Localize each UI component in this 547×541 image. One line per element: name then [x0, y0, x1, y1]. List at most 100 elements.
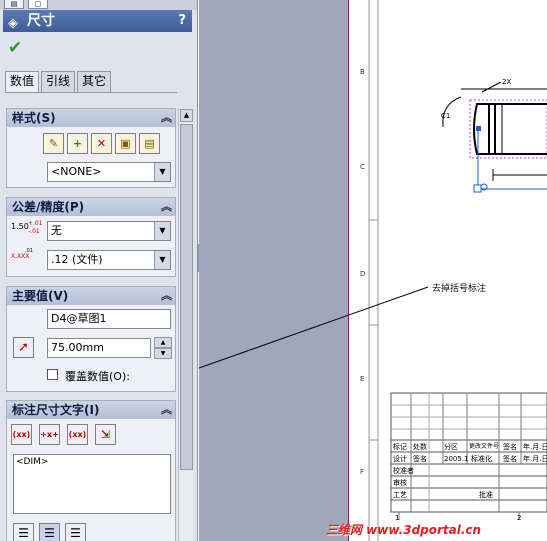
collapse-icon[interactable]: ︽ [161, 401, 172, 419]
align-left-icon: ☰ [18, 526, 29, 540]
site-watermark: 三维网 www.3dportal.cn [326, 523, 482, 537]
tol-icon-base: 1.50 [11, 222, 29, 231]
panel-titlebar: ◈ 尺寸 ? [3, 10, 192, 32]
ok-checkmark-icon[interactable]: ✔ [8, 39, 22, 57]
tol-icon-minus: -.01 [28, 228, 40, 235]
dimension-value-field[interactable]: 75.00mm [47, 338, 151, 358]
delete-style-icon: ✕ [96, 137, 107, 150]
chevron-down-icon[interactable]: ▼ [154, 222, 170, 240]
dimension-text-group-title: 标注尺寸文字(I) [12, 403, 100, 417]
tree-icon: ▤ [10, 0, 18, 8]
align-right-icon: ☰ [70, 526, 81, 540]
leader-line [199, 286, 429, 369]
tolerance-select[interactable]: 无 ▼ [47, 221, 171, 241]
collapse-icon[interactable]: ︽ [161, 287, 172, 305]
tb-approve: 批准 [479, 491, 493, 499]
shaft-collar[interactable] [488, 103, 496, 155]
selection-box [469, 99, 547, 159]
tol-icon-plus: +.01 [28, 220, 43, 227]
panel-scrollbar[interactable]: ▲ [178, 108, 193, 541]
dimension-text-area[interactable]: <DIM> [13, 454, 171, 514]
align-left-button[interactable]: ☰ [13, 523, 34, 541]
style-group-header[interactable]: 样式(S) ︽ [7, 109, 175, 127]
offset-text-button[interactable]: ⇲ [95, 424, 116, 445]
tolerance-group-title: 公差/精度(P) [12, 200, 85, 214]
add-style-button[interactable]: + [67, 133, 88, 154]
style-default-icon: ✎ [48, 137, 59, 150]
tb-design: 设计 [393, 455, 407, 463]
tolerance-group-header[interactable]: 公差/精度(P) ︽ [7, 198, 175, 216]
load-style-button[interactable]: ▤ [139, 133, 160, 154]
style-select[interactable]: <NONE> ▼ [47, 162, 171, 182]
chamfer-label: 2X [502, 78, 511, 86]
dimension-value-icon: ➚ [13, 337, 34, 358]
override-value-checkbox[interactable] [47, 369, 58, 380]
tab-value[interactable]: 数值 [5, 71, 39, 93]
tb-col-2: 2 [517, 514, 522, 522]
tb-sign-3: 签名 [503, 455, 517, 463]
dimension-handle[interactable] [473, 184, 482, 193]
align-center-button[interactable]: ☰ [39, 523, 60, 541]
angle-label: C1 [441, 112, 450, 120]
note-annotation[interactable]: 去掉括号标注 [432, 281, 486, 294]
tb-review: 审核 [393, 479, 407, 487]
style-group: 样式(S) ︽ ✎ + ✕ ▣ ▤ <NONE> ▼ [6, 108, 176, 188]
scroll-up-icon[interactable]: ▲ [180, 109, 193, 122]
collapse-icon[interactable]: ︽ [161, 109, 172, 127]
center-dimension-button[interactable]: +x+ [39, 424, 60, 445]
inspection-icon: (xx) [68, 430, 87, 439]
tb-change-doc: 更改文件号 [469, 443, 500, 450]
tb-standard: 标准化 [471, 455, 492, 463]
load-style-icon: ▤ [144, 137, 155, 150]
stepper-up-icon[interactable]: ▲ [154, 337, 172, 348]
precision-select[interactable]: .12 (文件) ▼ [47, 250, 171, 270]
center-dimension-icon: +x+ [40, 430, 59, 439]
save-style-icon: ▣ [120, 137, 131, 150]
drawing-canvas[interactable]: 2X C1 B C D E F 标记 处数 分区 更改文件号 签名 年.月.日 … [199, 0, 547, 541]
override-value-label: 覆盖数值(O): [65, 370, 130, 383]
manager-tab-strip: ▤ ▢ [0, 0, 197, 10]
tab-other[interactable]: 其它 [77, 71, 111, 92]
property-icon: ▢ [34, 0, 42, 8]
help-button[interactable]: ? [178, 10, 186, 32]
save-style-button[interactable]: ▣ [115, 133, 136, 154]
chevron-down-icon[interactable]: ▼ [154, 251, 170, 269]
dimension-text-group: 标注尺寸文字(I) ︽ (xx) +x+ (xx) ⇲ <DIM> ☰ ☰ ☰ [6, 400, 176, 541]
tb-date-value: 2005.1 [444, 455, 469, 463]
dimension-name-field[interactable]: D4@草图1 [47, 309, 171, 329]
precision-select-value: .12 (文件) [51, 253, 103, 266]
zone-label-d: D [360, 270, 366, 278]
dimension-value-stepper[interactable]: ▲ ▼ [154, 337, 172, 359]
feature-manager-tab[interactable]: ▤ [4, 0, 24, 9]
tab-leader[interactable]: 引线 [41, 71, 75, 92]
scroll-thumb[interactable] [180, 124, 193, 470]
collapse-icon[interactable]: ︽ [161, 198, 172, 216]
tb-sign-2: 签名 [413, 455, 427, 463]
tb-date-1: 年.月.日 [523, 443, 547, 451]
dimension-icon: ◈ [8, 16, 18, 31]
tb-checker: 校准者 [393, 467, 414, 475]
set-default-style-button[interactable]: ✎ [43, 133, 64, 154]
chevron-down-icon[interactable]: ▼ [154, 163, 170, 181]
parentheses-button[interactable]: (xx) [11, 424, 32, 445]
stepper-down-icon[interactable]: ▼ [154, 348, 172, 359]
dimension-text-group-header[interactable]: 标注尺寸文字(I) ︽ [7, 401, 175, 419]
tb-zone: 分区 [444, 443, 458, 451]
dimension-endpoint[interactable] [476, 126, 481, 131]
primary-value-group-header[interactable]: 主要值(V) ︽ [7, 287, 175, 305]
property-manager-tab[interactable]: ▢ [28, 0, 48, 9]
tolerance-type-icon: 1.50 +.01 -.01 [11, 220, 43, 235]
inspection-dimension-button[interactable]: (xx) [67, 424, 88, 445]
delete-style-button[interactable]: ✕ [91, 133, 112, 154]
zone-label-e: E [360, 375, 365, 383]
panel-title: 尺寸 [27, 13, 55, 29]
offset-text-icon: ⇲ [100, 428, 111, 441]
tab-divider [5, 92, 177, 93]
tb-sign-1: 签名 [503, 443, 517, 451]
primary-value-group-title: 主要值(V) [12, 289, 69, 303]
zone-label-c: C [360, 163, 365, 171]
chamfer-leader [481, 81, 502, 93]
precision-icon: X.XXX .01 [11, 248, 33, 260]
align-right-button[interactable]: ☰ [65, 523, 86, 541]
tb-mark: 标记 [393, 443, 407, 451]
